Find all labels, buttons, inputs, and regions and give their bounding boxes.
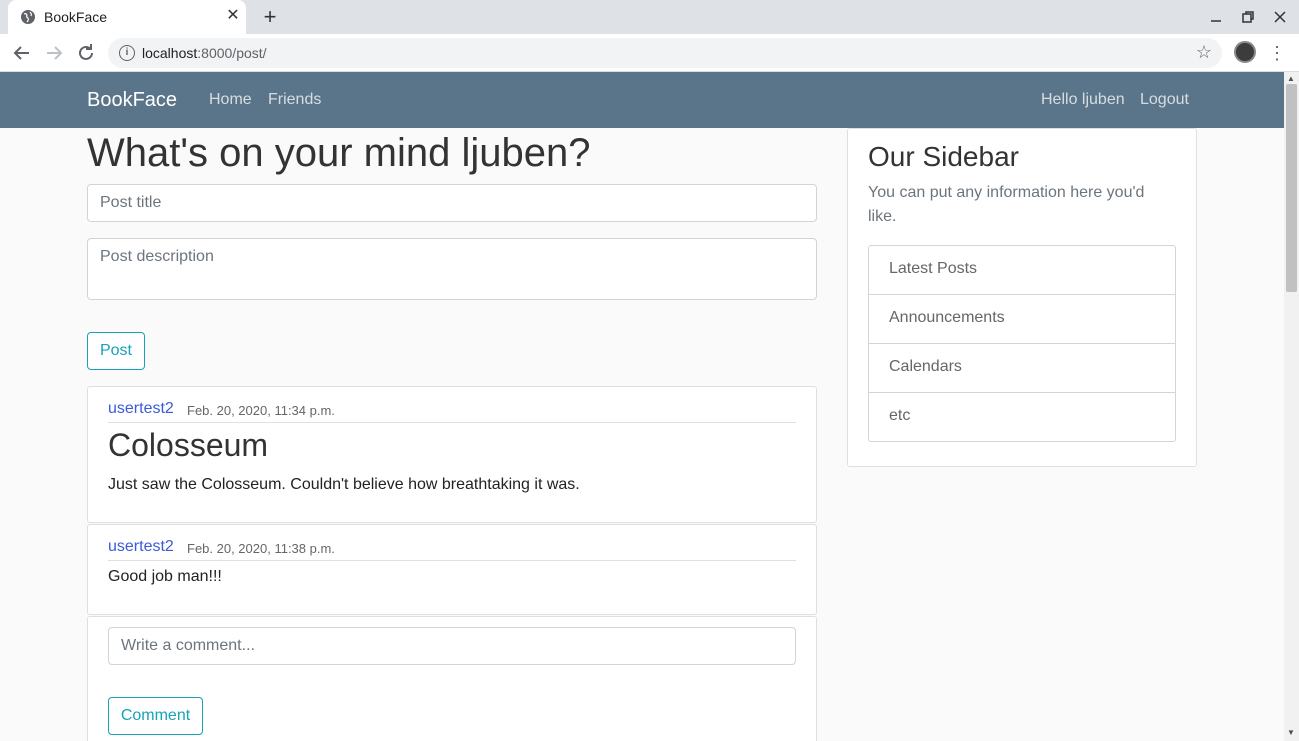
comment-card: usertest2 Feb. 20, 2020, 11:38 p.m. Good…	[87, 524, 817, 615]
tab-title: BookFace	[44, 9, 108, 25]
scroll-up-icon[interactable]: ▲	[1287, 74, 1295, 83]
minimize-icon[interactable]	[1207, 8, 1225, 26]
close-window-icon[interactable]	[1271, 8, 1289, 26]
post-title-input[interactable]: Post title	[87, 184, 817, 222]
menu-kebab-icon[interactable]: ⋮	[1268, 41, 1286, 65]
globe-icon	[21, 10, 35, 24]
page-heading: What's on your mind ljuben?	[87, 131, 591, 175]
browser-tab[interactable]: BookFace ✕	[8, 0, 246, 34]
close-tab-icon[interactable]: ✕	[224, 7, 242, 25]
sidebar-item-etc[interactable]: etc	[869, 393, 1175, 441]
nav-link-logout[interactable]: Logout	[1140, 91, 1189, 109]
post-date: Feb. 20, 2020, 11:34 p.m.	[187, 403, 335, 418]
post-body: Just saw the Colosseum. Couldn't believe…	[108, 476, 580, 493]
address-bar[interactable]: i localhost:8000/post/ ☆	[108, 38, 1222, 68]
sidebar-text: You can put any information here you'd l…	[868, 184, 1145, 225]
sidebar: Our Sidebar You can put any information …	[847, 128, 1197, 467]
divider	[108, 560, 796, 561]
new-tab-icon[interactable]: +	[259, 6, 281, 28]
comment-form-card: Write a comment... Comment	[87, 616, 817, 741]
comment-input[interactable]: Write a comment...	[108, 627, 796, 665]
post-card: usertest2 Feb. 20, 2020, 11:34 p.m. Colo…	[87, 386, 817, 523]
sidebar-title: Our Sidebar	[868, 141, 1019, 172]
profile-avatar[interactable]	[1234, 41, 1256, 63]
sidebar-item-announcements[interactable]: Announcements	[869, 295, 1175, 344]
post-author-link[interactable]: usertest2	[108, 400, 174, 418]
sidebar-item-latest-posts[interactable]: Latest Posts	[869, 246, 1175, 295]
nav-greeting[interactable]: Hello ljuben	[1041, 91, 1125, 109]
bookmark-star-icon[interactable]: ☆	[1196, 42, 1212, 63]
brand-link[interactable]: BookFace	[87, 89, 177, 112]
browser-tabbar: BookFace ✕ +	[0, 0, 1299, 34]
post-button[interactable]: Post	[87, 332, 145, 370]
nav-link-home[interactable]: Home	[209, 91, 252, 109]
comment-button[interactable]: Comment	[108, 697, 203, 735]
info-icon[interactable]: i	[119, 45, 135, 61]
scroll-down-icon[interactable]: ▼	[1287, 728, 1295, 737]
post-title: Colosseum	[108, 427, 269, 463]
sidebar-item-calendars[interactable]: Calendars	[869, 344, 1175, 393]
comment-date: Feb. 20, 2020, 11:38 p.m.	[187, 541, 335, 556]
comment-author-link[interactable]: usertest2	[108, 538, 174, 556]
back-arrow-icon[interactable]	[10, 41, 34, 65]
url-text: localhost:8000/post/	[142, 45, 267, 61]
forward-arrow-icon[interactable]	[42, 41, 66, 65]
browser-toolbar: i localhost:8000/post/ ☆ ⋮	[0, 34, 1299, 72]
divider	[108, 422, 796, 423]
page-scrollbar[interactable]: ▲ ▼	[1284, 72, 1299, 741]
post-description-textarea[interactable]: Post description	[87, 238, 817, 300]
nav-link-friends[interactable]: Friends	[268, 91, 321, 109]
reload-icon[interactable]	[74, 41, 98, 65]
site-navbar: BookFace Home Friends Hello ljuben Logou…	[0, 72, 1284, 128]
comment-body: Good job man!!!	[108, 568, 222, 585]
sidebar-list: Latest Posts Announcements Calendars etc	[868, 245, 1176, 442]
scroll-thumb[interactable]	[1286, 84, 1297, 292]
restore-icon[interactable]	[1239, 8, 1257, 26]
